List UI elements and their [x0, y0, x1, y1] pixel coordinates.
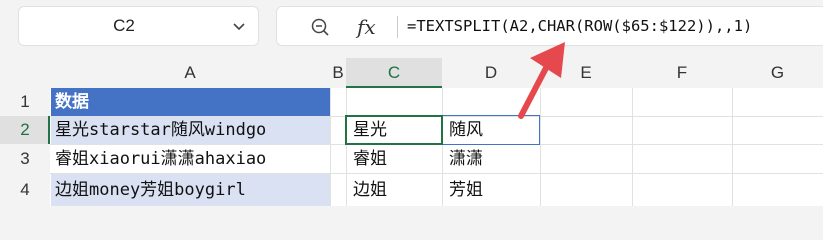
annotation-arrow — [518, 42, 565, 119]
